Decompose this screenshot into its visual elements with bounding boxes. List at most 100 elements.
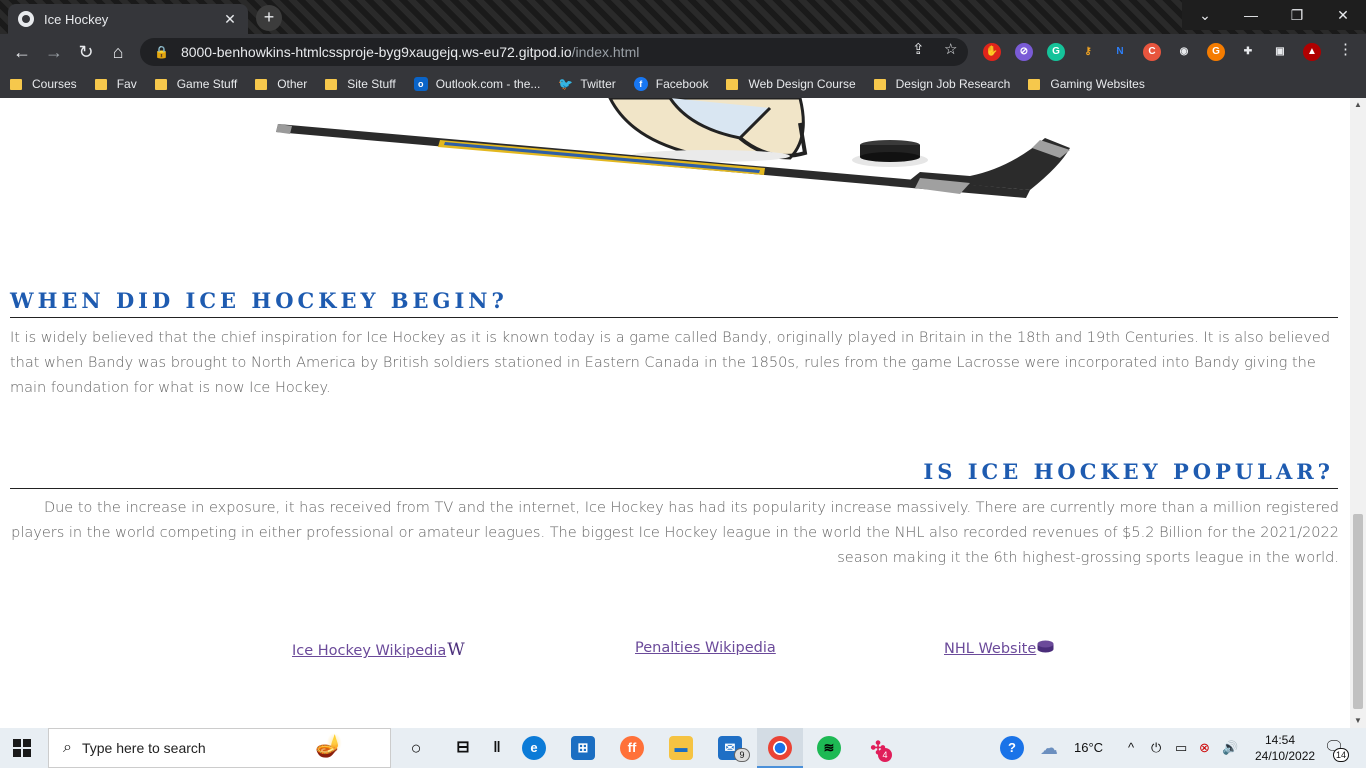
bookmark-game-stuff[interactable]: Game Stuff bbox=[154, 77, 238, 91]
cast-extension-icon[interactable]: ◉ bbox=[1175, 43, 1193, 61]
section-text-popular: Due to the increase in exposure, it has … bbox=[11, 500, 1339, 566]
section-title-when-began: WHEN DID ICE HOCKEY BEGIN? bbox=[10, 288, 1338, 318]
close-window-button[interactable]: ✕ bbox=[1320, 0, 1366, 30]
bookmark-outlook[interactable]: o Outlook.com - the... bbox=[413, 77, 541, 91]
clock-time: 14:54 bbox=[1264, 733, 1296, 747]
firefox-icon[interactable]: ff bbox=[620, 736, 644, 760]
g-extension-icon[interactable]: G bbox=[1207, 43, 1225, 61]
volume-icon[interactable]: 🔊 bbox=[1222, 728, 1238, 768]
browser-tab[interactable]: Ice Hockey ✕ bbox=[8, 4, 248, 34]
restore-button[interactable]: ❐ bbox=[1274, 0, 1320, 30]
tab-close-icon[interactable]: ✕ bbox=[222, 11, 238, 28]
grammarly-extension-icon[interactable]: G bbox=[1047, 43, 1065, 61]
cortana-icon[interactable]: ○ bbox=[404, 736, 428, 760]
weather-temperature[interactable]: 16°C bbox=[1074, 728, 1103, 768]
outlook-icon: o bbox=[413, 77, 428, 91]
link-label: Ice Hockey Wikipedia bbox=[292, 643, 447, 659]
tray-overflow-chevron-icon[interactable]: ^ bbox=[1128, 728, 1134, 768]
wikipedia-w-icon: W bbox=[447, 640, 465, 660]
spotify-icon[interactable]: ≋ bbox=[817, 736, 841, 760]
bookmark-label: Game Stuff bbox=[176, 77, 238, 91]
nhl-website-link[interactable]: NHL Website bbox=[944, 640, 1054, 657]
bookmark-gaming-websites[interactable]: Gaming Websites bbox=[1028, 77, 1145, 91]
adblock-extension-icon[interactable]: ✋ bbox=[983, 43, 1001, 61]
n-extension-icon[interactable]: N bbox=[1111, 43, 1129, 61]
facebook-icon: f bbox=[633, 77, 648, 91]
penalties-wikipedia-link[interactable]: Penalties Wikipedia bbox=[635, 640, 776, 656]
hockey-puck-icon bbox=[1037, 640, 1054, 653]
menu-kebab-icon[interactable]: ⋮ bbox=[1338, 40, 1353, 58]
tab-strip: Ice Hockey ✕ + ⌄ — ❐ ✕ bbox=[0, 0, 1366, 34]
microsoft-store-icon[interactable]: ⊞ bbox=[571, 736, 595, 760]
widgets-separator-icon[interactable]: ‖ bbox=[485, 736, 509, 760]
bookmark-facebook[interactable]: f Facebook bbox=[633, 77, 709, 91]
network-icon[interactable]: ⊗ bbox=[1199, 728, 1210, 768]
bookmark-fav[interactable]: Fav bbox=[94, 77, 137, 91]
profile-avatar-icon[interactable]: ▲ bbox=[1303, 43, 1321, 61]
bookmark-label: Other bbox=[277, 77, 308, 91]
bookmark-site-stuff[interactable]: Site Stuff bbox=[325, 77, 396, 91]
bookmark-star-icon[interactable]: ☆ bbox=[944, 40, 957, 58]
task-view-icon[interactable]: ⊟ bbox=[451, 736, 475, 760]
share-icon[interactable]: ⇪ bbox=[912, 40, 925, 58]
folder-icon bbox=[325, 78, 338, 90]
tab-title: Ice Hockey bbox=[44, 11, 109, 27]
edge-browser-icon[interactable]: e bbox=[522, 736, 546, 760]
bookmark-design-job-research[interactable]: Design Job Research bbox=[873, 77, 1011, 91]
forward-icon[interactable]: → bbox=[42, 40, 66, 64]
help-icon[interactable]: ? bbox=[1000, 736, 1024, 760]
search-icon: ⌕ bbox=[63, 739, 72, 756]
bookmark-label: Site Stuff bbox=[347, 77, 396, 91]
bookmark-other[interactable]: Other bbox=[255, 77, 307, 91]
lock-icon: 🔒 bbox=[154, 45, 169, 59]
bookmark-courses[interactable]: Courses bbox=[10, 77, 77, 91]
twitter-icon: 🐦 bbox=[558, 77, 574, 91]
reload-icon[interactable]: ↻ bbox=[74, 40, 98, 64]
weather-cloud-icon[interactable]: ☁ bbox=[1040, 728, 1058, 768]
privacy-extension-icon[interactable]: ⊘ bbox=[1015, 43, 1033, 61]
back-icon[interactable]: ← bbox=[10, 40, 34, 64]
side-panel-icon[interactable]: ▣ bbox=[1271, 43, 1289, 61]
windows-taskbar: ⌕ Type here to search 🪔 ○ ⊟ ‖ e ⊞ ff ▬ ✉… bbox=[0, 728, 1366, 768]
clock-date: 24/10/2022 bbox=[1255, 749, 1316, 763]
folder-icon bbox=[154, 78, 167, 90]
hockey-stick-illustration bbox=[276, 98, 1070, 198]
folder-icon bbox=[255, 78, 268, 90]
taskbar-search-box[interactable]: ⌕ Type here to search 🪔 bbox=[48, 728, 391, 768]
link-label: NHL Website bbox=[944, 641, 1037, 657]
extensions-puzzle-icon[interactable]: ✚ bbox=[1239, 43, 1257, 61]
section-text-when-began: It is widely believed that the chief ins… bbox=[10, 330, 1331, 396]
bookmark-label: Facebook bbox=[655, 77, 709, 91]
notification-count-badge: 14 bbox=[1333, 748, 1349, 762]
key-extension-icon[interactable]: ⚷ bbox=[1079, 43, 1097, 61]
browser-toolbar: ← → ↻ ⌂ 🔒 8000-benhowkins-htmlcssproje-b… bbox=[0, 34, 1366, 70]
home-icon[interactable]: ⌂ bbox=[106, 40, 130, 64]
windows-start-icon[interactable] bbox=[13, 739, 31, 757]
address-bar[interactable]: 🔒 8000-benhowkins-htmlcssproje-byg9xauge… bbox=[140, 38, 968, 66]
tab-favicon-icon bbox=[18, 11, 34, 27]
new-tab-button[interactable]: + bbox=[256, 5, 282, 31]
mail-badge: 9 bbox=[734, 748, 750, 762]
ice-hockey-wikipedia-link[interactable]: Ice Hockey WikipediaW bbox=[292, 640, 465, 660]
page-scrollbar[interactable]: ▲ ▼ bbox=[1350, 98, 1366, 728]
bookmark-label: Design Job Research bbox=[895, 77, 1011, 91]
bookmark-web-design-course[interactable]: Web Design Course bbox=[726, 77, 856, 91]
bookmark-label: Outlook.com - the... bbox=[435, 77, 541, 91]
scrollbar-thumb[interactable] bbox=[1353, 514, 1363, 709]
page-viewport: WHEN DID ICE HOCKEY BEGIN? It is widely … bbox=[0, 98, 1350, 728]
bookmarks-bar: Courses Fav Game Stuff Other Site Stuff … bbox=[0, 70, 1366, 98]
taskbar-clock[interactable]: 14:54 24/10/2022 bbox=[1255, 732, 1316, 764]
scroll-up-arrow-icon[interactable]: ▲ bbox=[1350, 98, 1366, 112]
battery-icon[interactable]: ▭ bbox=[1175, 728, 1187, 768]
c-extension-icon[interactable]: C bbox=[1143, 43, 1161, 61]
scroll-down-arrow-icon[interactable]: ▼ bbox=[1350, 714, 1366, 728]
folder-icon bbox=[94, 78, 107, 90]
minimize-button[interactable]: — bbox=[1228, 0, 1274, 30]
link-label: Penalties Wikipedia bbox=[635, 640, 776, 656]
usb-icon[interactable]: ⏻ bbox=[1151, 728, 1161, 768]
folder-icon bbox=[726, 78, 739, 90]
file-explorer-icon[interactable]: ▬ bbox=[669, 736, 693, 760]
tab-search-icon[interactable]: ⌄ bbox=[1182, 0, 1228, 30]
chrome-icon[interactable] bbox=[768, 736, 792, 760]
bookmark-twitter[interactable]: 🐦 Twitter bbox=[558, 77, 615, 91]
